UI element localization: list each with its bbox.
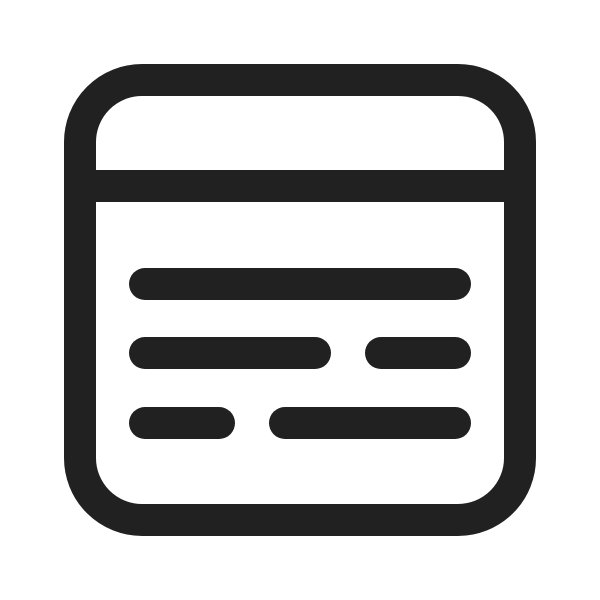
icon-canvas: [0, 0, 600, 600]
document-text-window-icon: [0, 0, 600, 600]
